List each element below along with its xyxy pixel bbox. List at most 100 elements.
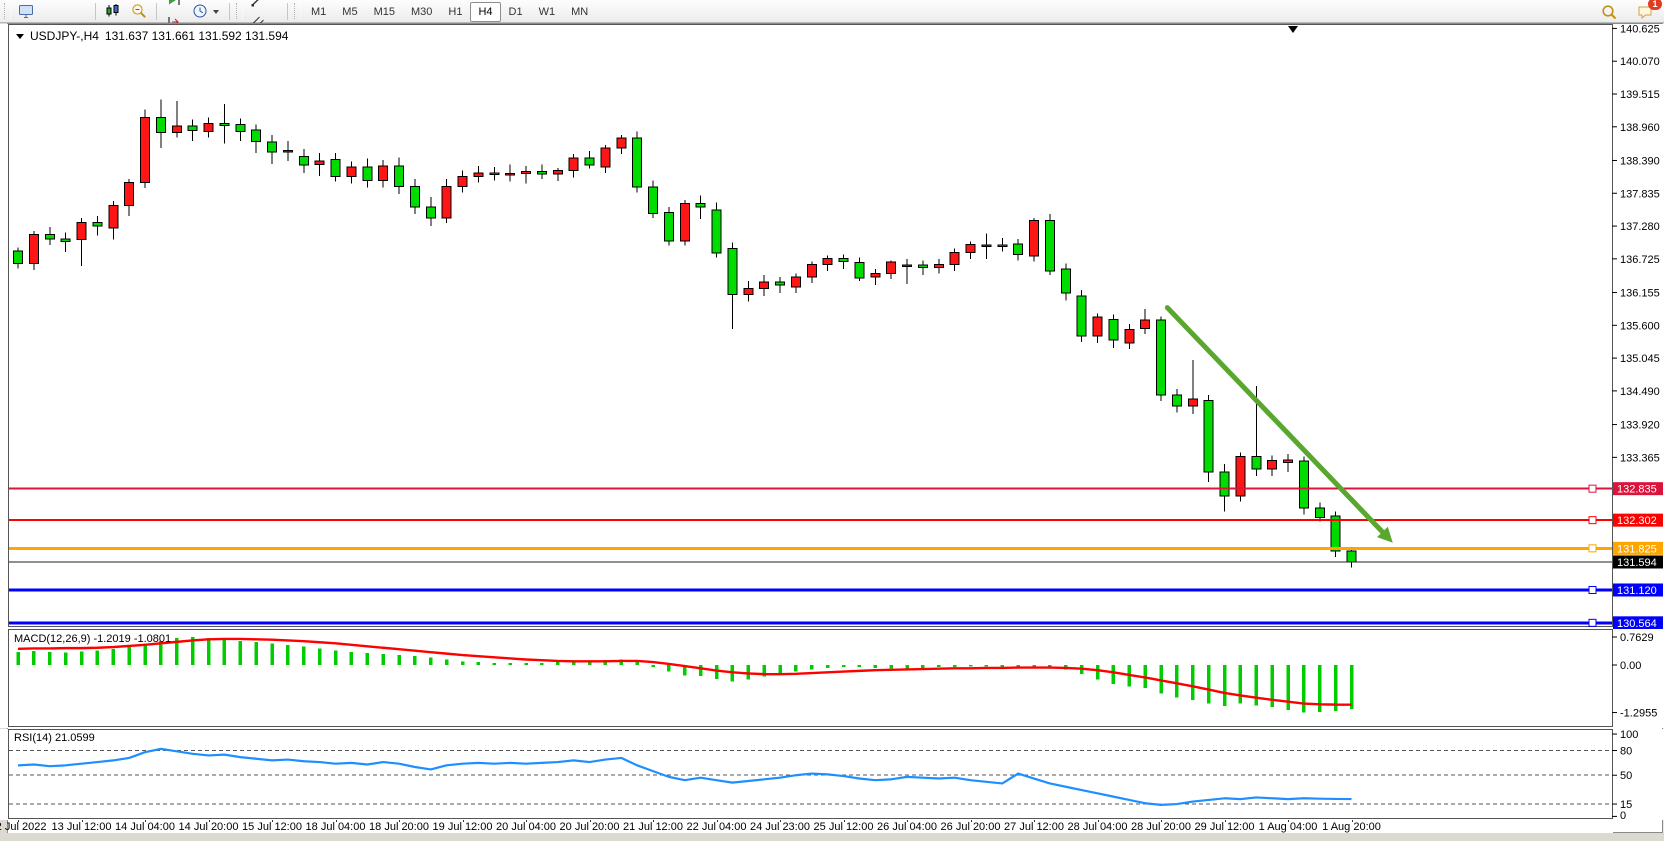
macd-axis-label: -1.2955	[1620, 708, 1657, 720]
time-axis-label: 1 Aug 04:00	[1259, 821, 1318, 833]
candle	[1045, 214, 1054, 275]
macd-histogram-bar	[381, 654, 385, 665]
search-icon	[1601, 4, 1617, 20]
auto-scroll-button[interactable]	[161, 0, 187, 11]
metaeditor-icon	[18, 3, 34, 19]
price-axis-label: 139.515	[1620, 89, 1660, 101]
candle	[633, 132, 642, 193]
toolbar-separator	[95, 3, 96, 20]
macd-histogram-bar	[874, 665, 878, 668]
price-axis-label: 134.490	[1620, 386, 1660, 398]
line-handle[interactable]	[1589, 586, 1596, 593]
macd-histogram-bar	[794, 665, 798, 672]
macd-histogram-bar	[508, 663, 512, 665]
macd-histogram-bar	[1223, 665, 1227, 706]
time-axis-label: 14 Jul 20:00	[179, 821, 239, 833]
price-badge-label: 130.564	[1617, 618, 1657, 629]
time-axis-label: 20 Jul 04:00	[496, 821, 556, 833]
candlestick-chart-button[interactable]	[100, 0, 126, 22]
macd-histogram-bar	[493, 663, 497, 665]
macd-histogram-bar	[366, 653, 370, 665]
macd-histogram-bar	[270, 644, 274, 665]
time-axis-label: 18 Jul 20:00	[369, 821, 429, 833]
chevron-down-icon[interactable]	[213, 10, 219, 17]
candle	[1077, 290, 1086, 342]
time-axis-label: 28 Jul 04:00	[1068, 821, 1128, 833]
macd-histogram-bar	[16, 652, 20, 665]
trendline-button[interactable]	[245, 0, 283, 11]
timeframe-m5-button[interactable]: M5	[334, 2, 365, 22]
macd-histogram-bar	[127, 647, 131, 665]
macd-border	[9, 630, 1613, 727]
time-axis-label: 25 Jul 12:00	[814, 821, 874, 833]
line-handle[interactable]	[1589, 485, 1596, 492]
chart-border	[9, 25, 1613, 627]
macd-panel[interactable]: 0.76290.00-1.2955	[0, 629, 1664, 728]
toolbar-separator	[156, 3, 157, 20]
price-chart-panel[interactable]: 140.625140.070139.515138.960138.390137.8…	[0, 24, 1664, 629]
price-badge-label: 131.594	[1617, 557, 1657, 569]
macd-axis-label: 0.7629	[1620, 632, 1654, 644]
chart-title: USDJPY-,H4 131.637 131.661 131.592 131.5…	[16, 29, 288, 43]
notifications-button[interactable]: 1	[1632, 1, 1658, 23]
candle	[1299, 456, 1308, 514]
timeframe-d1-button[interactable]: D1	[501, 2, 531, 22]
timeframe-m15-button[interactable]: M15	[366, 2, 403, 22]
metaeditor-button[interactable]	[13, 0, 91, 22]
macd-histogram-bar	[540, 663, 544, 665]
time-axis-label: 15 Jul 12:00	[242, 821, 302, 833]
periods-button[interactable]	[187, 0, 225, 22]
macd-histogram-bar	[96, 650, 100, 665]
macd-histogram-bar	[143, 644, 147, 665]
timeframe-h1-button[interactable]: H1	[440, 2, 470, 22]
macd-histogram-bar	[1001, 665, 1005, 667]
price-axis-label: 137.280	[1620, 221, 1660, 233]
timeframe-m30-button[interactable]: M30	[403, 2, 440, 22]
macd-histogram-bar	[921, 665, 925, 668]
time-axis-label: 19 Jul 12:00	[433, 821, 493, 833]
macd-histogram-bar	[826, 665, 830, 668]
price-axis-label: 136.725	[1620, 254, 1660, 266]
macd-histogram-bar	[810, 665, 814, 669]
trendline-icon	[250, 0, 266, 8]
candle	[1157, 316, 1166, 400]
line-handle[interactable]	[1589, 517, 1596, 524]
line-handle[interactable]	[1589, 619, 1596, 626]
macd-histogram-bar	[207, 638, 211, 665]
macd-histogram-bar	[350, 652, 354, 665]
chart-menu-arrow-icon[interactable]	[16, 34, 24, 43]
search-button[interactable]	[1596, 1, 1622, 23]
macd-histogram-bar	[64, 653, 68, 665]
timeframe-m1-button[interactable]: M1	[303, 2, 334, 22]
periods-icon	[192, 3, 208, 19]
rsi-axis-label: 50	[1620, 770, 1632, 782]
macd-histogram-bar	[80, 651, 84, 665]
macd-histogram-bar	[254, 642, 258, 665]
time-axis-label: 20 Jul 20:00	[560, 821, 620, 833]
chart-shift-marker-icon[interactable]	[1288, 26, 1298, 38]
time-axis-label: 27 Jul 12:00	[1004, 821, 1064, 833]
rsi-axis-label: 100	[1620, 729, 1638, 741]
timeframe-w1-button[interactable]: W1	[531, 2, 564, 22]
macd-histogram-bar	[1239, 665, 1243, 704]
toolbar-separator	[229, 3, 230, 20]
macd-indicator-label: MACD(12,26,9) -1.2019 -1.0801	[14, 633, 171, 645]
rsi-panel[interactable]: 1008050150	[0, 729, 1664, 820]
line-handle[interactable]	[1589, 545, 1596, 552]
price-axis-label: 136.155	[1620, 288, 1660, 300]
rsi-indicator-label: RSI(14) 21.0599	[14, 732, 95, 744]
macd-histogram-bar	[1096, 665, 1100, 680]
macd-histogram-bar	[635, 662, 639, 665]
rsi-axis-label: 80	[1620, 746, 1632, 758]
timeframe-h4-button[interactable]: H4	[470, 2, 500, 22]
time-axis-label: 13 Jul 12:00	[52, 821, 112, 833]
macd-histogram-bar	[905, 665, 909, 669]
time-axis-label: 14 Jul 04:00	[115, 821, 175, 833]
zoom-out-button[interactable]	[126, 0, 152, 22]
timeframe-mn-button[interactable]: MN	[563, 2, 596, 22]
price-axis-label: 137.835	[1620, 188, 1660, 200]
macd-histogram-bar	[334, 650, 338, 665]
macd-histogram-bar	[556, 662, 560, 665]
price-axis-label: 140.070	[1620, 56, 1660, 68]
macd-histogram-bar	[1286, 665, 1290, 710]
